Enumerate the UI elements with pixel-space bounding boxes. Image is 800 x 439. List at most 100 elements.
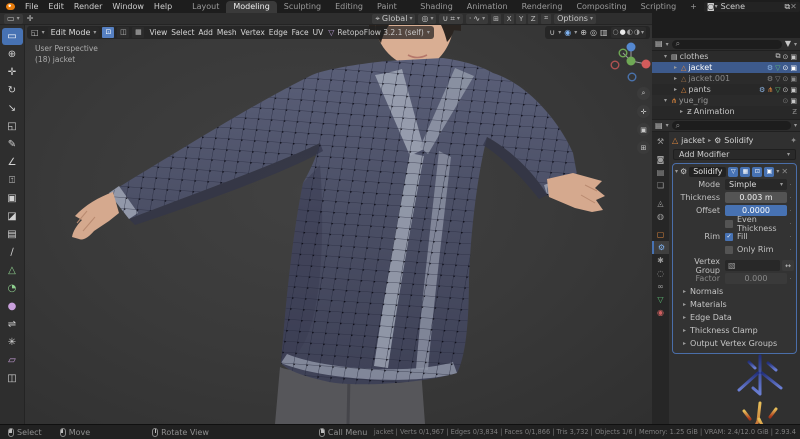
expand-icon[interactable]: ▾ [662, 53, 669, 60]
modifier-icon[interactable]: ⚙ [767, 75, 773, 83]
expand-icon[interactable]: ▸ [672, 64, 679, 71]
mirror-axis-toggle[interactable]: X [504, 14, 514, 24]
tab-render[interactable]: ◙ [652, 153, 669, 166]
mirror-axis-toggle[interactable]: Z [528, 14, 538, 24]
outliner-row-jacket-001[interactable]: ▸ △ jacket.001 ⚙ ▽ ⊙ ▣ [652, 73, 800, 84]
vertex-select-button[interactable]: ⊡ [102, 27, 114, 38]
eye-icon[interactable]: ⊙ [783, 53, 789, 61]
properties-search-input[interactable]: ⌕ [672, 121, 791, 130]
workspace-tab[interactable]: Texture Paint [370, 0, 413, 13]
tab-particles[interactable]: ✱ [652, 254, 669, 267]
viewport-menu-item[interactable]: View [147, 28, 169, 37]
breadcrumb-modifier[interactable]: Solidify [724, 136, 753, 145]
modifier-subsection[interactable]: ▸ Edge Data [675, 311, 794, 324]
toggle-render[interactable]: ▣ [764, 167, 774, 177]
pivot-point-dropdown[interactable]: ◎ ▾ [418, 14, 436, 24]
menu-item[interactable]: Window [107, 2, 149, 11]
tab-constraints[interactable]: ∞ [652, 280, 669, 293]
menu-item[interactable]: File [20, 2, 43, 11]
workspace-tab[interactable]: Rendering [515, 1, 570, 13]
transform-orientation-dropdown[interactable]: ⌖ Global ▾ [372, 14, 415, 24]
snap-grid-icon[interactable]: ⌗ [541, 14, 551, 24]
animate-dot[interactable]: · [787, 233, 794, 241]
expand-icon[interactable]: ▾ [662, 97, 669, 104]
camera-visibility-icon[interactable]: ▣ [790, 97, 797, 105]
outliner-display-mode-icon[interactable]: ▤ [655, 40, 663, 48]
options-dropdown[interactable]: Options ▾ [554, 14, 596, 24]
workspace-tab[interactable]: UV Editing [328, 0, 370, 13]
modifier-subsection[interactable]: ▸ Normals [675, 285, 794, 298]
tab-world[interactable]: ◍ [652, 210, 669, 223]
modifier-subsection[interactable]: ▸ Materials [675, 298, 794, 311]
eye-icon[interactable]: ⊙ [783, 86, 789, 94]
tab-material[interactable]: ◉ [652, 306, 669, 319]
mirror-axis-toggle[interactable]: Y [516, 14, 526, 24]
invert-vertex-group-button[interactable]: ↔ [782, 260, 794, 271]
xray-toggle-icon[interactable]: ▥ [600, 28, 608, 37]
viewport-menu-item[interactable]: Add [196, 28, 215, 37]
camera-visibility-icon[interactable]: ▣ [790, 75, 797, 83]
tab-output[interactable]: ▤ [652, 166, 669, 179]
tab-modifiers[interactable]: ⚙ [652, 241, 669, 254]
tool-rip-region[interactable]: ◫ [2, 370, 23, 387]
viewport-menu-item[interactable]: UV [311, 28, 326, 37]
perspective-toggle-button[interactable]: ⊞ [637, 141, 650, 154]
gizmo-z-axis[interactable] [627, 43, 636, 52]
filter-funnel-icon[interactable]: ▼ [785, 40, 791, 48]
tool-shrink-fatten[interactable]: ✳ [2, 334, 23, 351]
factor-field[interactable]: 0.000 [725, 273, 787, 284]
tool-rotate[interactable]: ↻ [2, 82, 23, 99]
expand-icon[interactable]: ▸ [672, 86, 679, 93]
animate-dot[interactable]: · [787, 207, 794, 215]
animate-dot[interactable]: · [787, 275, 794, 283]
cursor-snap-icon[interactable]: ✛ [27, 15, 34, 23]
active-tool-selector[interactable]: ▭ ▾ [4, 14, 23, 24]
scene-character-mesh[interactable] [25, 25, 652, 424]
mode-dropdown[interactable]: Edit Mode ▾ [48, 27, 100, 38]
outliner-row-pants[interactable]: ▸ △ pants ⚙ ⋔ ▽ ⊙ ▣ [652, 84, 800, 95]
viewport-menu-item[interactable]: Edge [267, 28, 290, 37]
tool-loop-cut[interactable]: ▤ [2, 226, 23, 243]
tool-extrude[interactable]: ⍐ [2, 172, 23, 189]
toggle-edit-mode[interactable]: ▦ [740, 167, 750, 177]
eye-icon[interactable]: ⊙ [783, 75, 789, 83]
snap-dropdown[interactable]: ∪ ⌗ ▾ [439, 14, 462, 24]
show-gizmo-icon[interactable]: ⊕ [580, 28, 587, 37]
workspace-tab[interactable]: Animation [460, 1, 515, 13]
modifier-panel-header[interactable]: ▾ ⚙ Solidify ▽ ▦ ⊡ ▣ ▾ ✕ [675, 165, 794, 178]
outliner-row-clothes[interactable]: ▾ ▤ clothes ⧉ ⊙ ▣ [652, 51, 800, 62]
retopoflow-menu[interactable]: RetopoFlow 3.2.1 (self) [337, 28, 423, 37]
breadcrumb-object[interactable]: jacket [681, 136, 705, 145]
show-overlays-icon[interactable]: ◎ [590, 28, 597, 37]
add-modifier-button[interactable]: Add Modifier ▾ [673, 149, 796, 160]
camera-visibility-icon[interactable]: ▣ [790, 53, 797, 61]
tab-view-layer[interactable]: ❏ [652, 179, 669, 192]
zoom-view-button[interactable]: ⌕ [637, 87, 650, 100]
toggle-on-cage[interactable]: ▽ [728, 167, 738, 177]
mode-dropdown[interactable]: Simple ▾ [725, 179, 787, 190]
eye-icon[interactable]: ⊙ [783, 64, 789, 72]
tool-shear[interactable]: ▱ [2, 352, 23, 369]
thickness-field[interactable]: 0.003 m [725, 192, 787, 203]
shading-wireframe-button[interactable]: ○ [613, 28, 619, 36]
shading-material-button[interactable]: ◐ [627, 28, 633, 36]
tool-bevel[interactable]: ◪ [2, 208, 23, 225]
shading-rendered-button[interactable]: ◑ [634, 28, 640, 36]
viewport-3d[interactable]: ◱ ▾ Edit Mode ▾ ⊡ ◫ ▦ ViewSelectAddMeshV… [25, 25, 652, 424]
tab-object[interactable]: ▢ [652, 228, 669, 241]
tool-edge-slide[interactable]: ⇌ [2, 316, 23, 333]
mesh-data-icon[interactable]: ▽ [775, 86, 780, 94]
tool-annotate[interactable]: ✎ [2, 136, 23, 153]
collapse-icon[interactable]: ▾ [675, 168, 678, 175]
tab-scene[interactable]: ◬ [652, 197, 669, 210]
animate-dot[interactable]: · [787, 181, 794, 189]
modifier-subsection[interactable]: ▸ Output Vertex Groups [675, 337, 794, 350]
camera-visibility-icon[interactable]: ▣ [790, 86, 797, 94]
exclude-icon[interactable]: ⧉ [776, 52, 781, 61]
workspace-tab[interactable]: Layout [185, 1, 226, 13]
rim-fill-checkbox[interactable]: ✓ [725, 233, 733, 241]
navigation-gizmo[interactable] [610, 40, 652, 84]
mesh-data-icon[interactable]: ▽ [775, 75, 780, 83]
face-select-button[interactable]: ▦ [132, 27, 144, 38]
gizmo-x-axis[interactable] [642, 60, 651, 69]
